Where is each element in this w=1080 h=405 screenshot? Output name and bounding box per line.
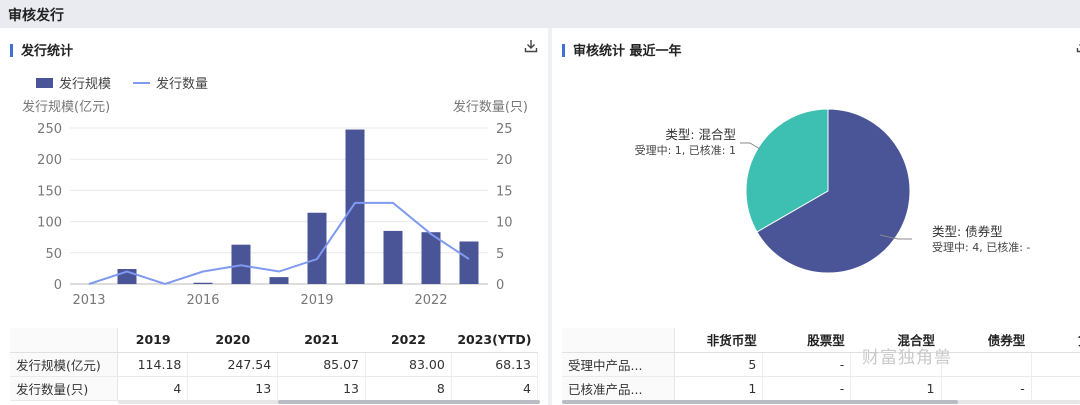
bar[interactable] (269, 277, 289, 284)
table-corner-cell (562, 328, 676, 353)
table-cell (941, 352, 1032, 377)
table-cell: - (762, 376, 852, 401)
y-axis-title: 发行规模(亿元) (22, 99, 110, 115)
y2-tick-label: 10 (496, 216, 513, 231)
scrollbar-thumb[interactable] (278, 400, 540, 404)
col-header: 债券型 (941, 328, 1032, 353)
table-header-row: 2019 2020 2021 2022 2023(YTD) (10, 328, 538, 353)
x-tick-label: 2013 (72, 293, 105, 308)
page-header: 审核发行 (0, 0, 1080, 28)
watermark: 财富独角兽 (862, 348, 952, 368)
table-cell: 1 (674, 376, 764, 401)
bar[interactable] (345, 129, 365, 284)
review-table: 非货币型 股票型 混合型 债券型 货币型 受理中产品... 5 - 已核准产品.… (562, 328, 1080, 401)
table-corner-cell (10, 328, 119, 353)
page-title: 审核发行 (8, 8, 64, 24)
x-tick-label: 2019 (300, 293, 333, 308)
legend-bar-swatch (36, 78, 53, 88)
col-header: 2019 (117, 328, 188, 353)
col-header: 货币型 (1031, 328, 1080, 353)
table-cell: 4 (117, 376, 189, 401)
table-cell: 114.18 (117, 352, 189, 377)
pie-label-bond-title: 类型: 债券型 (932, 224, 1003, 239)
table-cell: 4 (451, 376, 539, 401)
bar[interactable] (383, 230, 403, 284)
table-row: 受理中产品... 5 - (562, 352, 1080, 377)
table-cell: - (1031, 376, 1080, 401)
review-pie-chart: 类型: 混合型 受理中: 1, 已核准: 1 类型: 债券型 受理中: 4, 已… (635, 108, 1030, 274)
table-cell: 13 (187, 376, 279, 401)
issuance-table: 2019 2020 2021 2022 2023(YTD) 发行规模(亿元) 1… (10, 328, 539, 401)
table-cell: 85.07 (277, 352, 366, 377)
table-cell: 247.54 (187, 352, 279, 377)
x-tick-label: 2022 (414, 293, 447, 308)
issuance-combo-chart: 发行规模 发行数量 发行规模(亿元) 发行数量(只) 0501001502002… (22, 76, 528, 308)
col-header: 非货币型 (674, 328, 763, 353)
x-tick-label: 2016 (186, 293, 219, 308)
row-label: 已核准产品... (562, 376, 676, 401)
y2-tick-label: 5 (496, 247, 504, 262)
pie-label-mixed-title: 类型: 混合型 (665, 127, 736, 142)
issuance-stats-panel: 发行统计 发行规模 发行数量 发行规模(亿元) 发行数量(只) 0 50 100 15… (0, 28, 548, 405)
table-row: 发行数量(只) 4 13 13 8 4 (10, 376, 539, 401)
table-cell: - (941, 376, 1032, 401)
bar[interactable] (193, 282, 213, 284)
table-cell: 8 (365, 376, 452, 401)
table-row: 已核准产品... 1 - 1 - - (562, 376, 1080, 401)
legend-line-label[interactable]: 发行数量 (156, 76, 208, 92)
table-cell: 5 (674, 352, 764, 377)
col-header: 2021 (277, 328, 366, 353)
table-cell: 1 (850, 376, 942, 401)
col-header: 2022 (365, 328, 452, 353)
row-label: 发行规模(亿元) (10, 352, 119, 377)
y2-axis-title: 发行数量(只) (453, 99, 528, 115)
bar[interactable] (421, 232, 441, 284)
col-header: 股票型 (762, 328, 851, 353)
legend-bar-label[interactable]: 发行规模 (59, 76, 111, 92)
scrollbar-thumb[interactable] (562, 400, 958, 404)
col-header: 2023(YTD) (451, 328, 538, 353)
row-label: 受理中产品... (562, 352, 676, 377)
y2-tick-label: 0 (496, 278, 504, 293)
pie-label-bond-detail: 受理中: 4, 已核准: - (932, 240, 1030, 254)
table-cell: 68.13 (451, 352, 539, 377)
table-cell: 83.00 (365, 352, 452, 377)
table-cell: - (762, 352, 852, 377)
y-tick-label: 0 (54, 278, 62, 293)
y-tick-label: 50 (45, 247, 62, 262)
y2-tick-label: 25 (496, 122, 513, 137)
bar[interactable] (459, 241, 479, 284)
row-label: 发行数量(只) (10, 376, 119, 401)
table-cell: 13 (277, 376, 366, 401)
y2-tick-label: 20 (496, 153, 513, 168)
table-row: 发行规模(亿元) 114.18 247.54 85.07 83.00 68.13 (10, 352, 539, 377)
table-cell (1031, 352, 1080, 377)
review-stats-panel: 审核统计 最近一年 类型: 混合型 受理中: 1, 已核准: 1 类型: 债券型… (552, 28, 1080, 405)
y-tick-label: 200 (37, 153, 62, 168)
leader-line-mixed (740, 142, 761, 150)
count-line[interactable] (88, 201, 470, 286)
col-header: 2020 (187, 328, 278, 353)
y-tick-label: 150 (37, 184, 62, 199)
y-tick-label: 250 (37, 122, 62, 137)
table-header-row: 非货币型 股票型 混合型 债券型 货币型 (562, 328, 1080, 353)
y-tick-label: 100 (37, 216, 62, 231)
pie-label-mixed-detail: 受理中: 1, 已核准: 1 (635, 143, 736, 157)
y2-tick-label: 15 (496, 184, 513, 199)
